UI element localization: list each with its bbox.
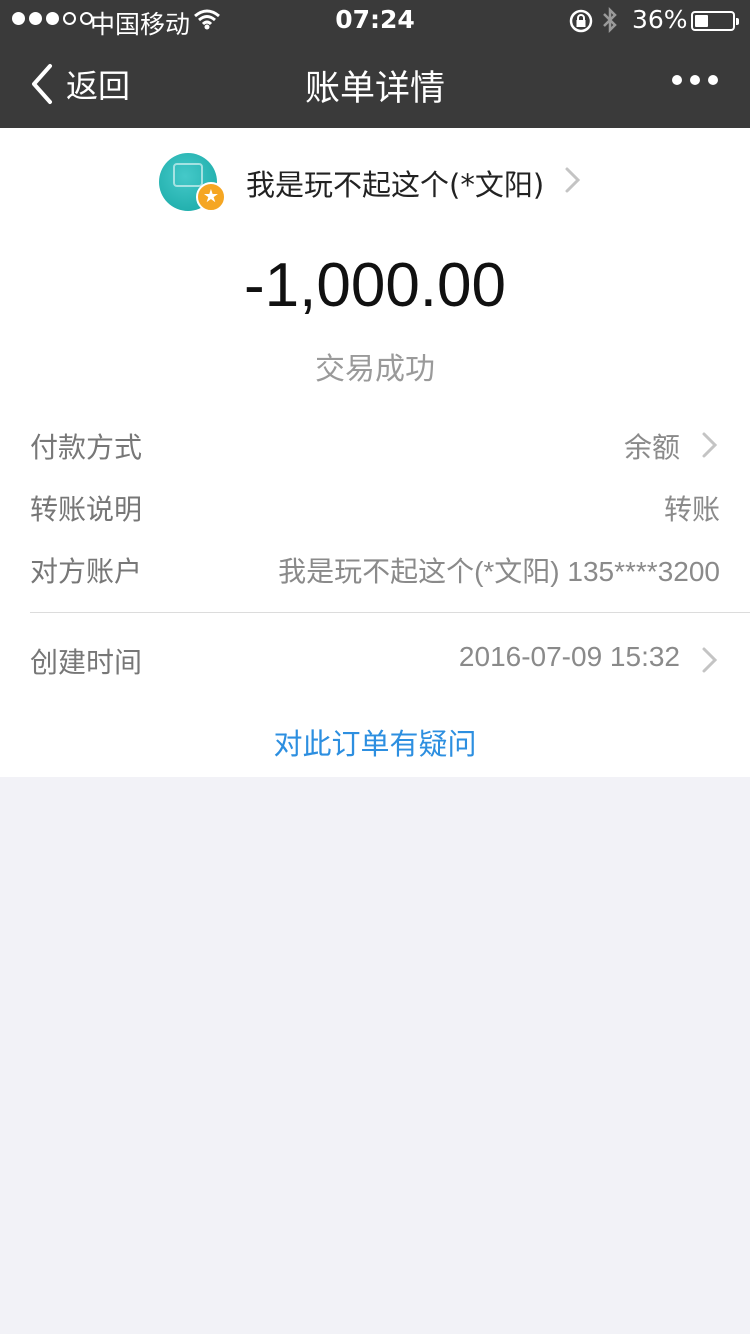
order-question-link[interactable]: 对此订单有疑问 <box>0 721 750 763</box>
detail-label: 付款方式 <box>30 431 143 464</box>
top-bar: 中国移动 07:24 36% 返回 账单详情 <box>0 0 750 128</box>
merchant-row[interactable]: ★ 我是玩不起这个(*文阳) <box>0 150 750 212</box>
transaction-status: 交易成功 <box>315 352 435 387</box>
detail-row-payment-method[interactable]: 付款方式 余额 <box>30 418 720 468</box>
chevron-right-icon <box>702 647 718 673</box>
star-icon: ★ <box>196 182 226 212</box>
battery-icon <box>691 11 739 31</box>
detail-value: 2016-07-09 15:32 <box>458 641 680 672</box>
transaction-amount: -1,000.00 <box>244 251 506 320</box>
battery-percent: 36% <box>632 5 688 34</box>
detail-row-created-time[interactable]: 创建时间 2016-07-09 15:32 <box>30 633 720 683</box>
page-title: 账单详情 <box>304 69 445 109</box>
detail-value: 转账 <box>663 494 720 525</box>
ellipsis-icon[interactable] <box>672 70 722 90</box>
divider <box>30 612 750 613</box>
navigation-bar: 返回 账单详情 <box>0 40 750 128</box>
chevron-right-icon <box>702 432 718 458</box>
detail-value: 我是玩不起这个(*文阳) 135****3200 <box>278 556 720 587</box>
bill-detail-card: ★ 我是玩不起这个(*文阳) -1,000.00 交易成功 付款方式 余额 转账… <box>0 128 750 777</box>
status-bar: 中国移动 07:24 36% <box>0 0 750 40</box>
detail-row-counterparty-account: 对方账户 我是玩不起这个(*文阳) 135****3200 <box>30 542 720 592</box>
detail-label: 创建时间 <box>30 646 143 679</box>
chevron-right-icon <box>565 167 581 193</box>
detail-label: 转账说明 <box>30 493 143 526</box>
bluetooth-icon <box>603 6 617 34</box>
detail-label: 对方账户 <box>30 555 143 588</box>
rotation-lock-icon <box>569 9 593 33</box>
detail-row-transfer-note: 转账说明 转账 <box>30 480 720 530</box>
merchant-name: 我是玩不起这个(*文阳) <box>246 168 545 202</box>
detail-value: 余额 <box>623 432 680 463</box>
